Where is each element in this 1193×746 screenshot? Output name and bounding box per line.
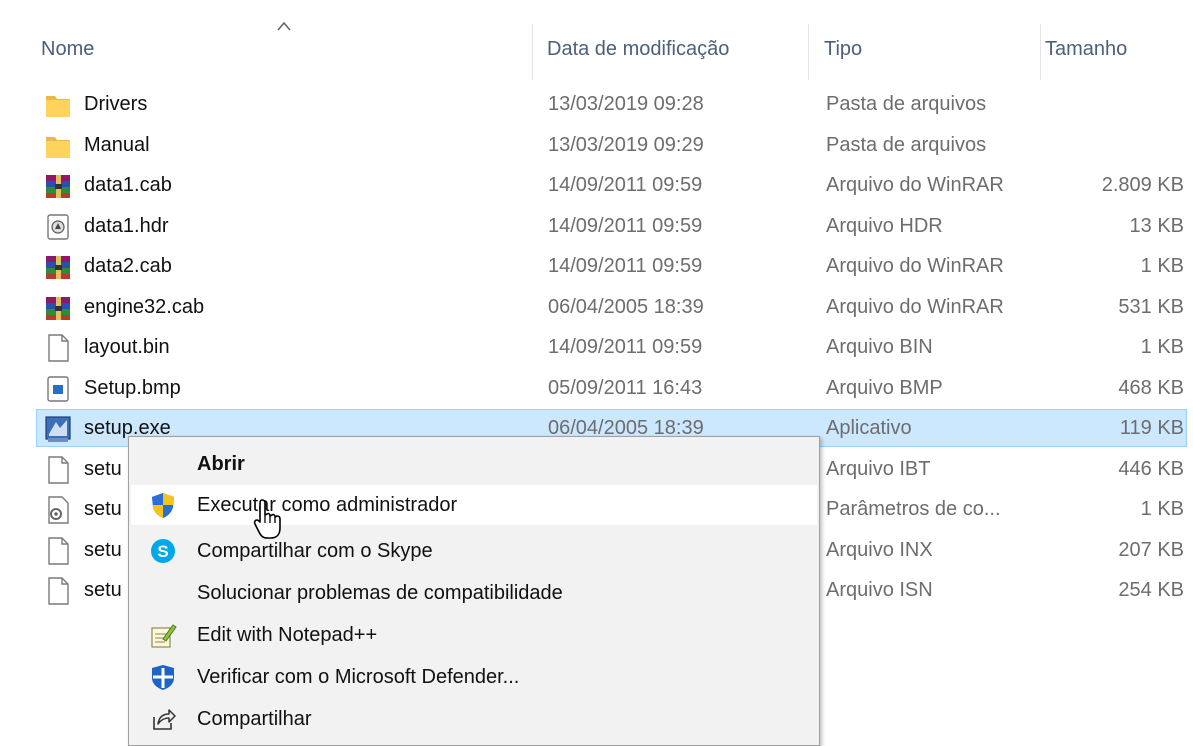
file-row[interactable]: layout.bin 14/09/2011 09:59 Arquivo BIN 1 K…: [0, 329, 1193, 367]
column-header-name[interactable]: Nome: [41, 36, 94, 62]
context-menu-label: Abrir: [197, 453, 245, 475]
file-type: Arquivo BMP: [826, 376, 943, 399]
file-name[interactable]: setu: [84, 496, 122, 522]
file-date: 06/04/2005 18:39: [548, 295, 704, 318]
file-type: Arquivo do WinRAR: [826, 295, 1004, 318]
settings-file-icon: [44, 495, 72, 525]
file-name[interactable]: Drivers: [84, 91, 147, 117]
setup-exe-icon: [44, 414, 72, 444]
file-size: 468 KB: [1118, 376, 1184, 399]
winrar-icon: [44, 252, 72, 282]
file-name[interactable]: data1.hdr: [84, 213, 169, 239]
context-menu-label: Edit with Notepad++: [197, 624, 378, 646]
file-type: Arquivo BIN: [826, 336, 933, 358]
file-size: 1 KB: [1140, 336, 1184, 358]
file-name[interactable]: setu: [84, 456, 122, 482]
file-type: Aplicativo: [826, 417, 912, 439]
context-menu-item[interactable]: Compartilhar: [131, 699, 817, 739]
notepad-plus-plus-icon: [149, 621, 177, 649]
file-type: Arquivo INX: [826, 538, 933, 561]
winrar-icon: [44, 171, 72, 201]
file-size: 1 KB: [1140, 498, 1184, 520]
file-row[interactable]: Drivers 13/03/2019 09:28 Pasta de arquivos: [0, 86, 1193, 124]
file-name[interactable]: setu: [84, 577, 122, 603]
column-header-date[interactable]: Data de modificação: [547, 36, 729, 62]
file-type: Arquivo do WinRAR: [826, 255, 1004, 277]
file-type: Arquivo do WinRAR: [826, 174, 1004, 196]
file-type: Arquivo ISN: [826, 579, 933, 601]
file-row[interactable]: data2.cab 14/09/2011 09:59 Arquivo do WinR…: [0, 248, 1193, 286]
file-size: 2.809 KB: [1101, 174, 1184, 196]
blank-file-icon: [44, 333, 72, 363]
blank-file-icon: [44, 576, 72, 606]
file-date: 14/09/2011 09:59: [548, 255, 703, 277]
file-name[interactable]: Manual: [84, 132, 150, 158]
column-divider[interactable]: [532, 24, 533, 80]
share-icon: [149, 705, 177, 733]
file-size: 254 KB: [1118, 579, 1184, 601]
file-row[interactable]: engine32.cab 06/04/2005 18:39 Arquivo do W…: [0, 289, 1193, 327]
mouse-cursor-icon: [253, 499, 281, 539]
file-size: 13 KB: [1129, 214, 1184, 237]
file-date: 14/09/2011 09:59: [548, 214, 703, 237]
file-name[interactable]: data2.cab: [84, 253, 172, 279]
context-menu-item[interactable]: S Compartilhar com o Skype: [131, 531, 817, 571]
file-row[interactable]: data1.cab 14/09/2011 09:59 Arquivo do WinR…: [0, 167, 1193, 205]
blank-file-icon: [44, 536, 72, 566]
file-type: Arquivo IBT: [826, 457, 931, 480]
column-divider[interactable]: [808, 24, 809, 80]
file-row[interactable]: Setup.bmp 05/09/2011 16:43 Arquivo BMP 468 …: [0, 370, 1193, 408]
hdr-file-icon: [44, 212, 72, 242]
bitmap-file-icon: [44, 374, 72, 404]
file-name[interactable]: Setup.bmp: [84, 375, 181, 401]
folder-icon: [44, 131, 72, 161]
context-menu-label: Verificar com o Microsoft Defender...: [197, 666, 520, 688]
file-size: 207 KB: [1118, 538, 1184, 561]
file-row[interactable]: Manual 13/03/2019 09:29 Pasta de arquivos: [0, 127, 1193, 165]
file-date: 14/09/2011 09:59: [548, 174, 703, 196]
file-type: Pasta de arquivos: [826, 93, 987, 115]
skype-icon: S: [149, 537, 177, 565]
context-menu-item[interactable]: Edit with Notepad++: [131, 615, 817, 655]
folder-icon: [44, 90, 72, 120]
file-name[interactable]: data1.cab: [84, 172, 172, 198]
winrar-icon: [44, 293, 72, 323]
context-menu-label: Compartilhar: [197, 708, 312, 730]
file-date: 13/03/2019 09:28: [548, 93, 704, 115]
file-size: 1 KB: [1140, 255, 1184, 277]
context-menu-item[interactable]: Verificar com o Microsoft Defender...: [131, 657, 817, 697]
context-menu-item[interactable]: Abrir: [131, 444, 817, 484]
column-header: Nome Data de modificação Tipo Tamanho: [0, 0, 1193, 80]
file-size: 446 KB: [1118, 457, 1184, 480]
file-name[interactable]: setu: [84, 537, 122, 563]
context-menu-label: Compartilhar com o Skype: [197, 540, 433, 562]
context-menu-item[interactable]: Solucionar problemas de compatibilidade: [131, 573, 817, 613]
file-name[interactable]: engine32.cab: [84, 294, 204, 320]
column-header-type[interactable]: Tipo: [824, 36, 862, 62]
file-row[interactable]: data1.hdr 14/09/2011 09:59 Arquivo HDR 13 K…: [0, 208, 1193, 246]
file-size: 531 KB: [1118, 295, 1184, 318]
file-name[interactable]: layout.bin: [84, 334, 170, 360]
file-date: 14/09/2011 09:59: [548, 336, 703, 358]
blank-file-icon: [44, 455, 72, 485]
file-type: Arquivo HDR: [826, 214, 943, 237]
context-menu-item[interactable]: Executar como administrador: [131, 485, 817, 525]
svg-text:S: S: [157, 542, 168, 561]
file-date: 05/09/2011 16:43: [548, 376, 703, 399]
defender-icon: [149, 663, 177, 691]
column-divider[interactable]: [1040, 24, 1041, 80]
file-type: Parâmetros de co...: [826, 498, 1001, 520]
file-size: 119 KB: [1119, 417, 1184, 439]
sort-ascending-icon: [277, 21, 291, 31]
uac-shield-icon: [149, 491, 177, 519]
column-header-size[interactable]: Tamanho: [1045, 36, 1127, 62]
context-menu: Abrir Executar como administrador S Compart…: [128, 436, 820, 746]
context-menu-label: Executar como administrador: [197, 494, 458, 516]
context-menu-label: Solucionar problemas de compatibilidade: [197, 582, 563, 604]
file-type: Pasta de arquivos: [826, 133, 987, 156]
file-date: 13/03/2019 09:29: [548, 133, 704, 156]
